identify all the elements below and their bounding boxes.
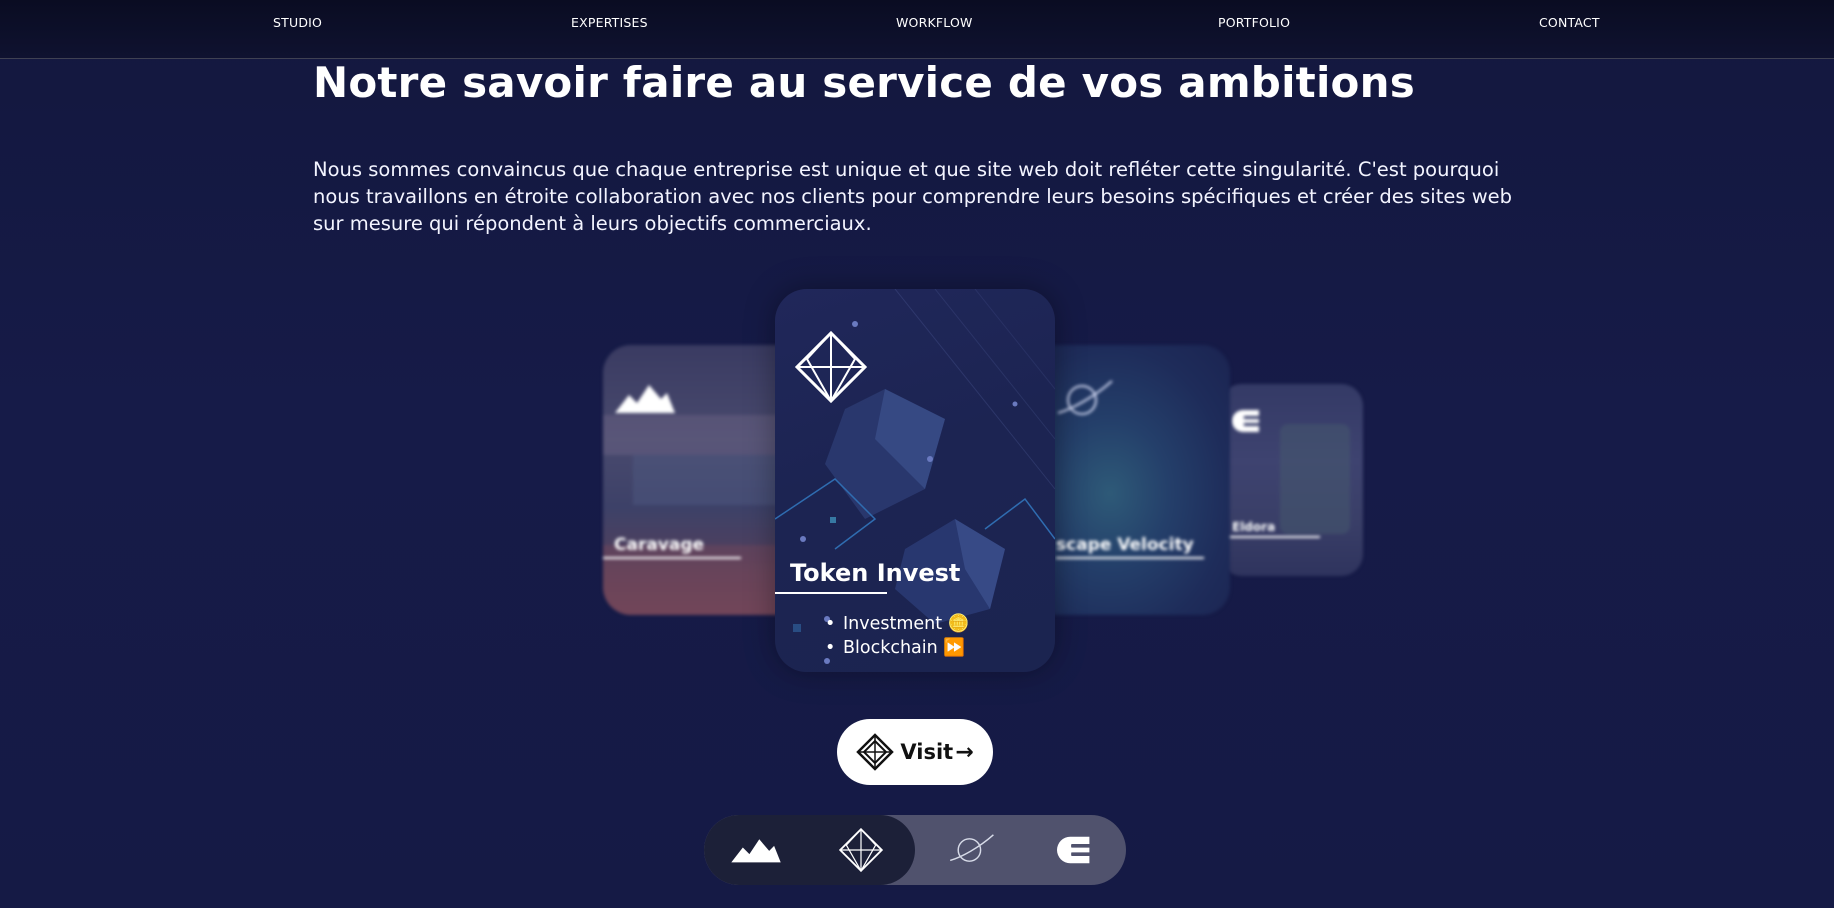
card-tag-list: Investment 🪙 Blockchain ⏩ bbox=[825, 612, 970, 660]
card-underline bbox=[1220, 536, 1320, 538]
nav-link-studio[interactable]: STUDIO bbox=[273, 15, 322, 30]
card-title: Eldora bbox=[1232, 520, 1276, 534]
section-intro: Nous sommes convaincus que chaque entrep… bbox=[313, 158, 1513, 235]
arrow-right-icon: → bbox=[955, 739, 974, 765]
nav-link-portfolio[interactable]: PORTFOLIO bbox=[1218, 15, 1290, 30]
nav-link-workflow[interactable]: WORKFLOW bbox=[896, 15, 973, 30]
selector-item-escape-velocity[interactable] bbox=[926, 815, 1016, 885]
mountain-icon bbox=[615, 385, 675, 413]
carousel-selector bbox=[704, 815, 1126, 885]
mountain-icon bbox=[731, 839, 781, 863]
selector-item-eldora[interactable] bbox=[1030, 815, 1120, 885]
project-logo-icon bbox=[856, 733, 895, 771]
section-heading: Notre savoir faire au service de vos amb… bbox=[313, 58, 1415, 107]
card-underline bbox=[603, 557, 741, 559]
top-navbar: STUDIO EXPERTISES WORKFLOW PORTFOLIO CON… bbox=[0, 0, 1834, 59]
visit-label: Visit bbox=[900, 740, 954, 764]
card-escape-velocity[interactable]: scape Velocity bbox=[1030, 345, 1230, 615]
nav-link-expertises[interactable]: EXPERTISES bbox=[571, 15, 648, 30]
card-title: Token Invest bbox=[790, 559, 961, 587]
e-logo-icon bbox=[1232, 410, 1259, 432]
card-caravage[interactable]: Caravage bbox=[603, 345, 803, 615]
selector-item-token-invest[interactable] bbox=[816, 815, 906, 885]
card-underline bbox=[1056, 557, 1204, 559]
card-tag: Investment 🪙 bbox=[825, 612, 970, 636]
nav-link-contact[interactable]: CONTACT bbox=[1539, 15, 1600, 30]
diamond-icon bbox=[795, 331, 867, 403]
card-tag: Blockchain ⏩ bbox=[825, 636, 969, 660]
e-logo-icon bbox=[1057, 836, 1090, 864]
planet-icon bbox=[950, 834, 994, 862]
selector-item-caravage[interactable] bbox=[711, 815, 801, 885]
card-eldora[interactable]: Eldora bbox=[1220, 384, 1363, 576]
planet-icon bbox=[1057, 380, 1113, 415]
diamond-icon bbox=[839, 828, 883, 872]
card-title: scape Velocity bbox=[1056, 535, 1194, 555]
card-underline bbox=[775, 592, 887, 594]
visit-button[interactable]: Visit → bbox=[837, 719, 993, 785]
card-title: Caravage bbox=[614, 535, 705, 555]
